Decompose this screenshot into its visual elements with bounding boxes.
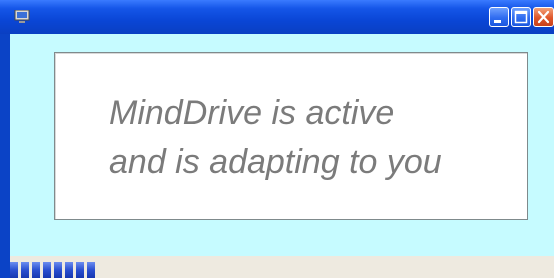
computer-icon[interactable] [14,9,30,24]
maximize-button[interactable] [511,7,531,27]
progress-segment [10,262,18,278]
progress-segment [87,262,95,278]
status-message-line-2: and is adapting to you [109,143,442,181]
progress-segment [65,262,73,278]
progress-segment [21,262,29,278]
window-frame [0,34,10,278]
progress-segment [43,262,51,278]
close-icon [537,10,550,24]
maximize-icon [514,10,528,24]
message-panel: MindDrive is active and is adapting to y… [54,52,528,220]
progress-segment [32,262,40,278]
progress-segment [76,262,84,278]
minimize-icon [494,20,501,23]
title-bar[interactable] [0,0,554,34]
minimize-button[interactable] [489,7,509,27]
close-button[interactable] [533,7,554,27]
progress-segment [54,262,62,278]
app-window: MindDrive is active and is adapting to y… [0,0,554,278]
progress-bar [10,262,106,278]
status-message-line-1: MindDrive is active [109,94,395,132]
client-area: MindDrive is active and is adapting to y… [10,34,554,256]
